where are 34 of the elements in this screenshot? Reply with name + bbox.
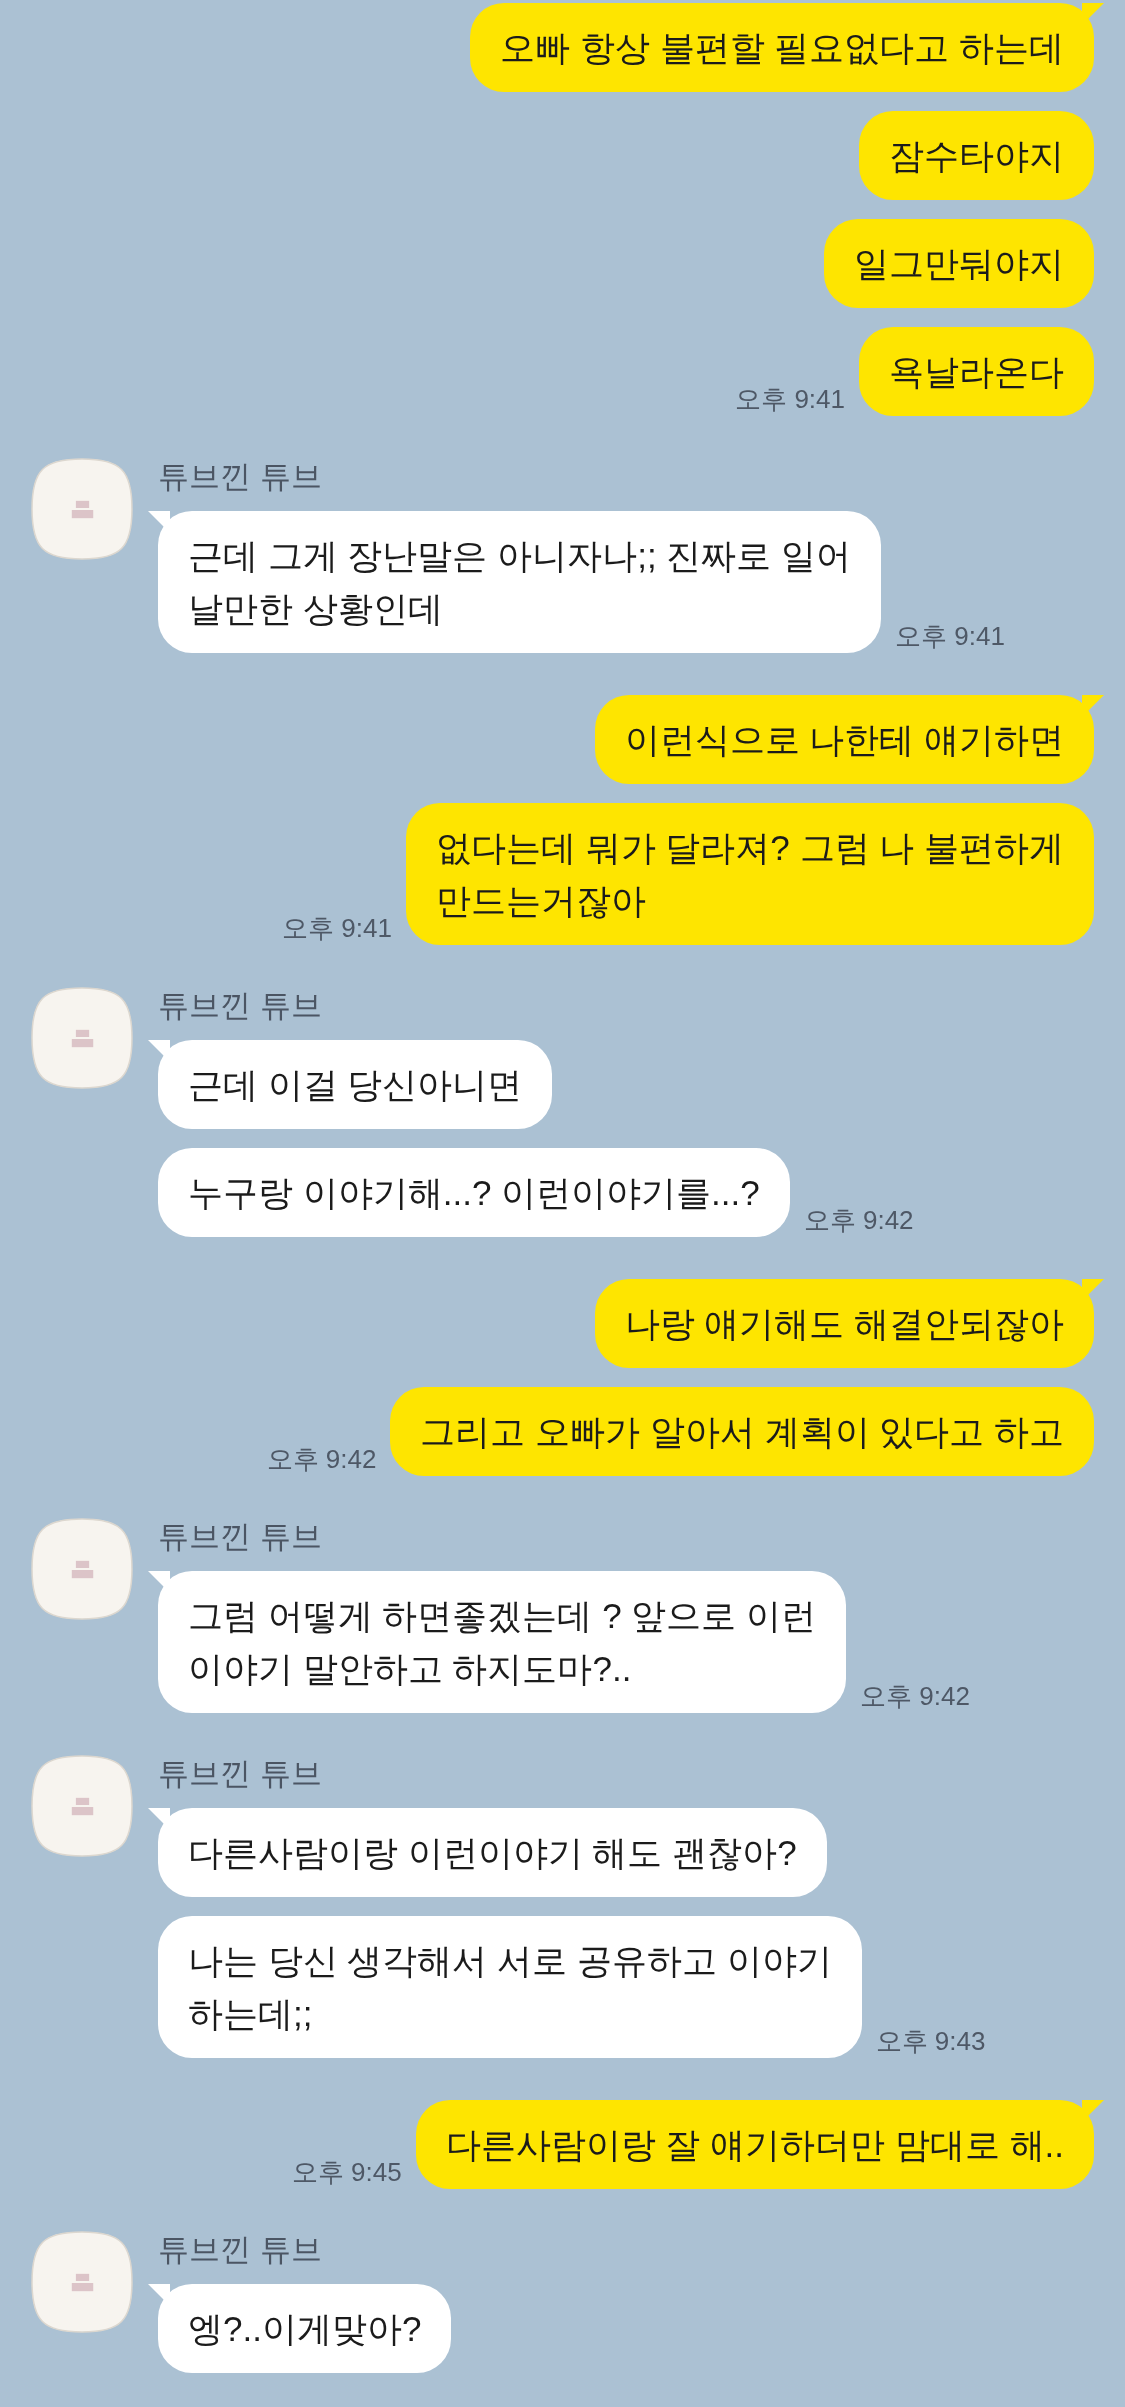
message-time: 오후 9:42: [860, 1681, 970, 1711]
message-bubble: 다른사람이랑 이런이야기 해도 괜찮아?: [158, 1808, 827, 1897]
sender-name: 튜브낀 튜브: [158, 1520, 323, 1554]
message-bubble: 잠수타야지: [859, 111, 1094, 200]
message-bubble: 오빠 항상 불편할 필요없다고 하는데: [470, 3, 1094, 92]
message-time: 오후 9:45: [291, 2157, 402, 2187]
message-bubble: 없다는데 뭐가 달라져? 그럼 나 불편하게 만드는거잖아: [405, 803, 1094, 945]
sender-name: 튜브낀 튜브: [158, 1757, 323, 1791]
sender-name: 튜브낀 튜브: [158, 460, 323, 494]
profile-avatar[interactable]: [31, 1518, 133, 1620]
message-bubble: 그럼 어떻게 하면좋겠는데 ? 앞으로 이런 이야기 말안하고 하지도마?..: [158, 1571, 847, 1713]
message-bubble: 나랑 얘기해도 해결안되잖아: [594, 1279, 1094, 1368]
sender-name: 튜브낀 튜브: [158, 989, 323, 1023]
message-bubble: 근데 그게 장난말은 아니자나;; 진짜로 일어 날만한 상황인데: [158, 511, 882, 653]
message-bubble: 다른사람이랑 잘 얘기하더만 맘대로 해..: [415, 2100, 1094, 2189]
message-bubble: 그리고 오빠가 알아서 계획이 있다고 하고: [390, 1387, 1094, 1476]
sender-name: 튜브낀 튜브: [158, 2233, 323, 2267]
message-bubble: 일그만둬야지: [824, 219, 1094, 308]
profile-avatar[interactable]: [31, 1755, 133, 1857]
message-bubble: 나는 당신 생각해서 서로 공유하고 이야기 하는데;;: [158, 1916, 862, 2058]
message-bubble: 근데 이걸 당신아니면: [158, 1040, 553, 1129]
profile-avatar[interactable]: [31, 458, 133, 560]
profile-avatar[interactable]: [31, 987, 133, 1089]
message-time: 오후 9:43: [875, 2026, 986, 2056]
message-time: 오후 9:42: [803, 1205, 914, 1235]
message-bubble: 누구랑 이야기해...? 이런이야기를...?: [158, 1148, 790, 1237]
message-time: 오후 9:41: [282, 913, 392, 943]
message-bubble: 욕날라온다: [859, 327, 1094, 416]
message-time: 오후 9:42: [266, 1444, 377, 1474]
profile-avatar[interactable]: [31, 2231, 133, 2333]
message-time: 오후 9:41: [735, 384, 845, 414]
message-bubble: 이런식으로 나한테 얘기하면: [594, 695, 1094, 784]
message-time: 오후 9:41: [895, 621, 1005, 651]
message-bubble: 엥?..이게맞아?: [158, 2284, 452, 2373]
